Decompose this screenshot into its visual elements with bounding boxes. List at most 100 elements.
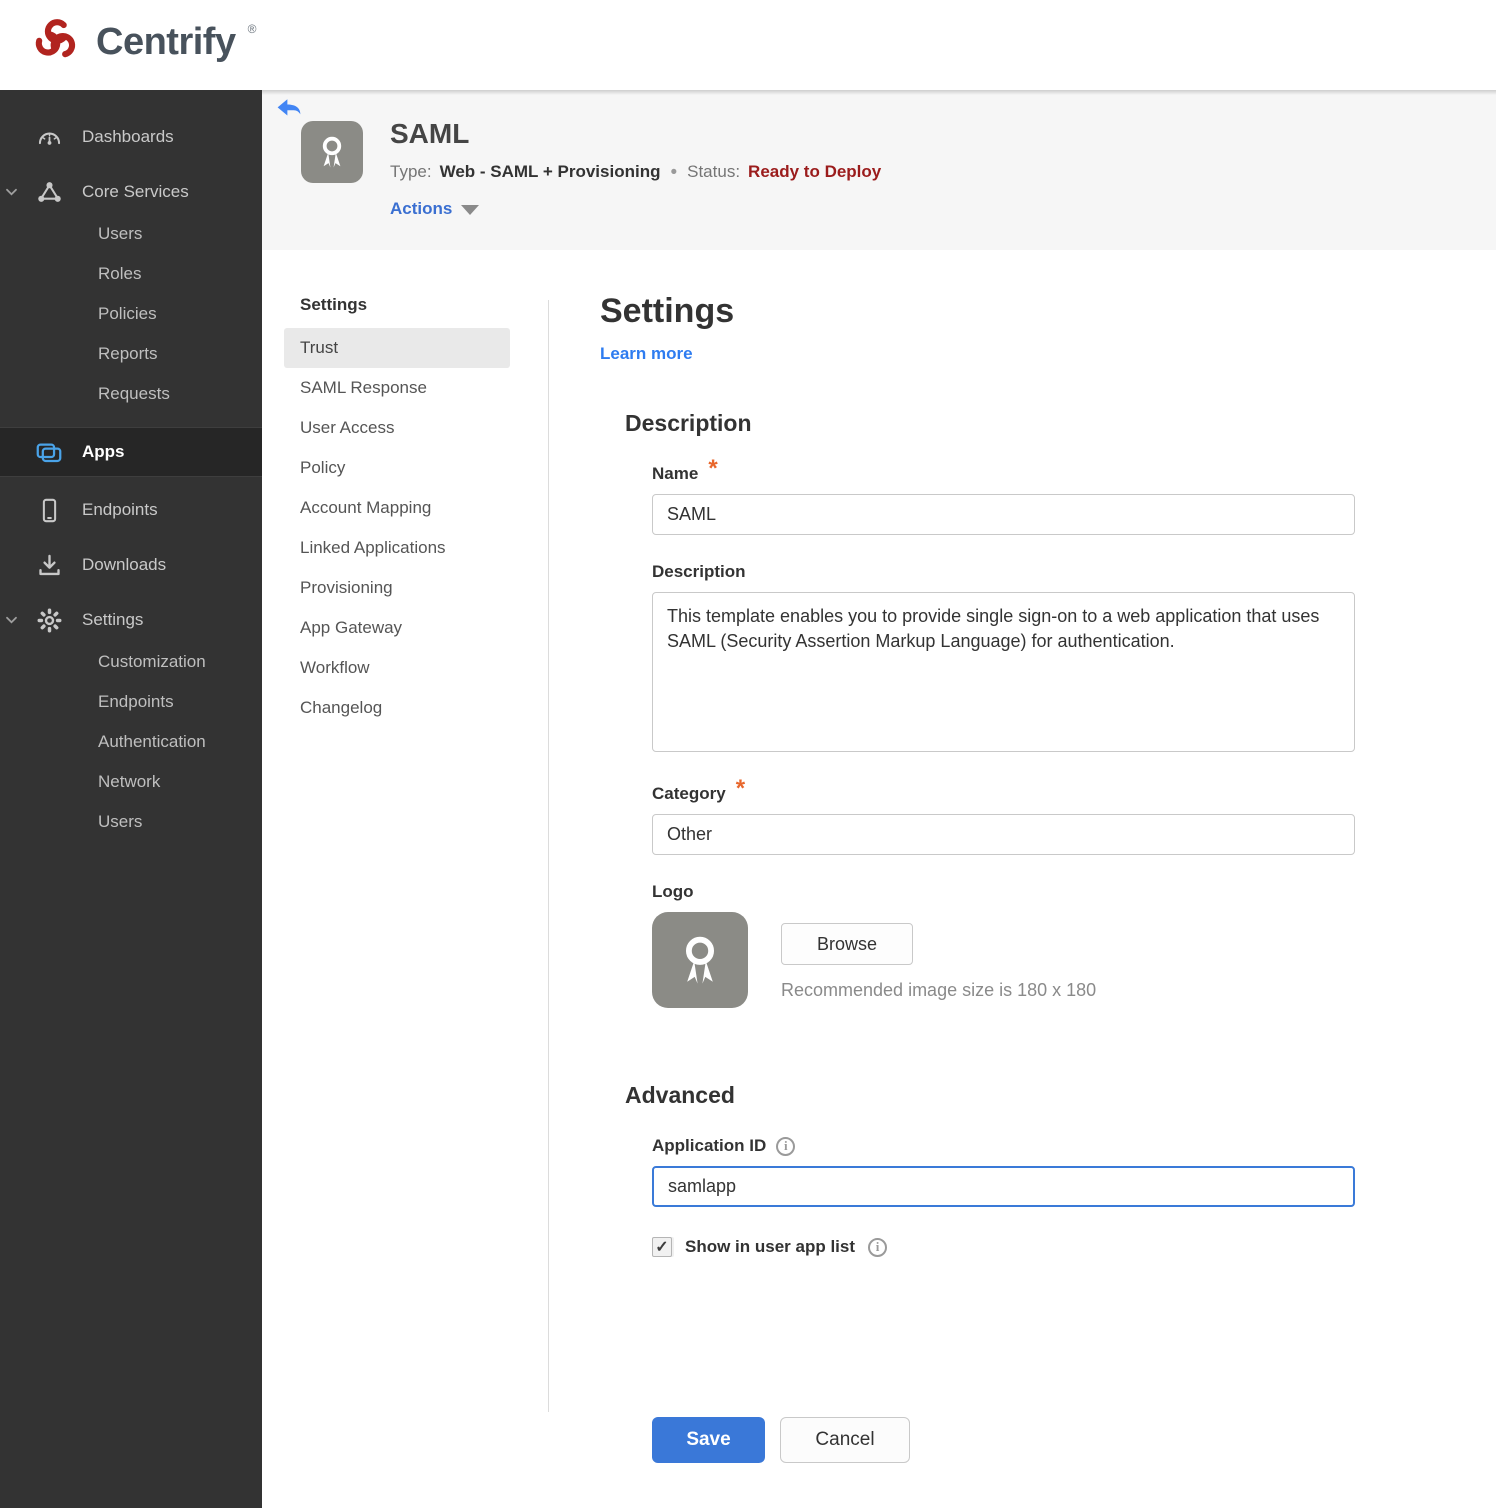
sidebar-item-core-services[interactable]: Core Services (0, 170, 262, 214)
application-id-label: Application ID (652, 1136, 767, 1155)
sidebar-item-label: Users (98, 224, 143, 243)
subnav-item-user-access[interactable]: User Access (284, 408, 510, 448)
required-asterisk: * (708, 455, 718, 482)
required-asterisk: * (735, 775, 746, 802)
brand-name: Centrify (96, 21, 236, 63)
status-label: Status: (687, 162, 741, 181)
cancel-button[interactable]: Cancel (780, 1417, 910, 1463)
checkmark-icon: ✓ (655, 1239, 669, 1256)
content-area: Settings Trust SAML Response User Access Pol… (262, 250, 1496, 1508)
status-badge: Ready to Deploy (748, 162, 882, 181)
sidebar-item-label: Apps (82, 442, 125, 461)
sidebar-item-endpoints[interactable]: Endpoints (0, 488, 262, 532)
subnav-item-workflow[interactable]: Workflow (284, 648, 510, 688)
logo-preview (652, 912, 748, 1008)
logo-size-hint: Recommended image size is 180 x 180 (781, 980, 1097, 1000)
sidebar-item-requests[interactable]: Requests (0, 374, 262, 414)
subnav-header: Settings (300, 295, 368, 314)
show-in-app-list-checkbox[interactable]: ✓ (652, 1237, 672, 1257)
subnav-item-trust[interactable]: Trust (284, 328, 510, 368)
sidebar-item-label: Settings (82, 610, 144, 629)
sidebar-item-users[interactable]: Users (0, 802, 262, 842)
app-title: SAML (390, 118, 470, 149)
sidebar-item-label: Endpoints (98, 692, 174, 711)
sidebar-item-label: Core Services (82, 182, 189, 201)
subnav-item-linked-applications[interactable]: Linked Applications (284, 528, 510, 568)
subnav-item-app-gateway[interactable]: App Gateway (284, 608, 510, 648)
sidebar: Dashboards Core Services Users Roles Policie… (0, 90, 262, 1508)
subnav-item-provisioning[interactable]: Provisioning (284, 568, 510, 608)
learn-more-link[interactable]: Learn more (600, 344, 693, 364)
app-header: SAML Type: Web - SAML + Provisioning • S… (262, 90, 1496, 250)
sidebar-item-label: Roles (98, 264, 142, 283)
sidebar-item-label: Dashboards (82, 127, 174, 146)
back-arrow-icon[interactable] (276, 98, 302, 120)
info-icon[interactable]: i (868, 1237, 888, 1257)
logo-label: Logo (652, 882, 694, 901)
name-label: Name (652, 464, 699, 483)
endpoints-icon (34, 496, 64, 524)
sidebar-item-label: Downloads (82, 555, 167, 574)
meta-dot: • (670, 161, 678, 183)
sidebar-item-downloads[interactable]: Downloads (0, 543, 262, 587)
app-logo-thumbnail (301, 121, 363, 183)
vertical-divider (548, 300, 549, 1412)
centrify-logo[interactable]: Centrify ® (28, 12, 256, 73)
app-subnav: Settings Trust SAML Response User Access Pol… (284, 295, 510, 728)
subnav-item-account-mapping[interactable]: Account Mapping (284, 488, 510, 528)
application-id-field[interactable] (652, 1166, 1355, 1207)
ribbon-icon (322, 136, 342, 168)
sidebar-item-dashboards[interactable]: Dashboards (0, 115, 262, 159)
info-icon[interactable]: i (776, 1136, 796, 1156)
type-value: Web - SAML + Provisioning (439, 162, 661, 181)
top-bar: Centrify ® (0, 0, 1496, 90)
subnav-item-saml-response[interactable]: SAML Response (284, 368, 510, 408)
show-in-app-list-label: Show in user app list (685, 1237, 856, 1256)
sidebar-item-label: Reports (98, 344, 158, 363)
sidebar-item-label: Users (98, 812, 143, 831)
description-label: Description (652, 562, 746, 581)
ribbon-icon (685, 936, 715, 984)
sidebar-item-label: Authentication (98, 732, 206, 751)
sidebar-item-settings[interactable]: Settings (0, 598, 262, 642)
save-button[interactable]: Save (652, 1417, 765, 1463)
sidebar-item-label: Network (98, 772, 161, 791)
sidebar-item-users[interactable]: Users (0, 214, 262, 254)
chevron-down-icon[interactable] (5, 616, 18, 625)
sidebar-item-endpoints[interactable]: Endpoints (0, 682, 262, 722)
dashboards-icon (34, 123, 64, 151)
category-field[interactable] (652, 814, 1355, 855)
sidebar-item-label: Endpoints (82, 500, 158, 519)
page-title: Settings (600, 292, 735, 330)
chevron-down-icon[interactable] (5, 188, 18, 197)
sidebar-item-authentication[interactable]: Authentication (0, 722, 262, 762)
sidebar-item-apps[interactable]: Apps (0, 427, 262, 477)
sidebar-item-label: Customization (98, 652, 206, 671)
subnav-item-changelog[interactable]: Changelog (284, 688, 510, 728)
apps-icon (34, 438, 64, 466)
browse-button[interactable]: Browse (781, 923, 913, 965)
brand-trademark: ® (247, 22, 257, 36)
downloads-icon (34, 551, 64, 579)
description-field[interactable]: This template enables you to provide sin… (652, 592, 1355, 752)
name-field[interactable] (652, 494, 1355, 535)
app-meta: Type: Web - SAML + Provisioning • Status… (390, 162, 881, 182)
sidebar-item-policies[interactable]: Policies (0, 294, 262, 334)
settings-icon (34, 606, 64, 634)
subnav-item-policy[interactable]: Policy (284, 448, 510, 488)
actions-menu-button[interactable]: Actions (390, 199, 480, 219)
advanced-section-heading: Advanced (625, 1082, 735, 1108)
sidebar-item-customization[interactable]: Customization (0, 642, 262, 682)
core-services-icon (34, 178, 64, 206)
description-section-heading: Description (625, 410, 752, 436)
type-label: Type: (390, 162, 432, 181)
sidebar-item-label: Requests (98, 384, 170, 403)
sidebar-item-reports[interactable]: Reports (0, 334, 262, 374)
actions-label: Actions (390, 199, 453, 218)
sidebar-item-network[interactable]: Network (0, 762, 262, 802)
sidebar-item-label: Policies (98, 304, 157, 323)
chevron-down-icon (461, 205, 480, 215)
category-label: Category (652, 784, 726, 803)
sidebar-item-roles[interactable]: Roles (0, 254, 262, 294)
centrify-logo-icon (28, 12, 84, 73)
